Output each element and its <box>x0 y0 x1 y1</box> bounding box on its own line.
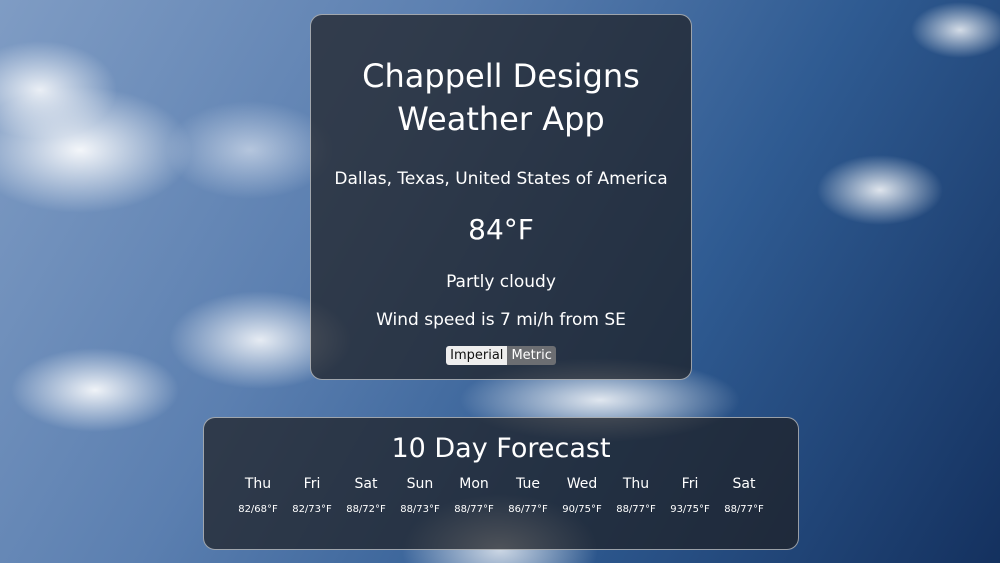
current-weather-card: Chappell Designs Weather App Dallas, Tex… <box>310 14 692 380</box>
app-title-line2: Weather App <box>397 100 605 138</box>
forecast-day-name: Wed <box>566 476 598 492</box>
forecast-title: 10 Day Forecast <box>391 433 611 464</box>
forecast-day-temps: 93/75°F <box>670 504 710 515</box>
weather-condition: Partly cloudy <box>446 272 556 292</box>
forecast-day-name: Fri <box>681 476 699 492</box>
forecast-day-name: Thu <box>244 476 272 492</box>
forecast-day-temps: 88/73°F <box>400 504 440 515</box>
forecast-day-name: Thu <box>622 476 650 492</box>
forecast-day: Sat 88/77°F <box>717 476 771 515</box>
imperial-button[interactable]: Imperial <box>446 346 508 365</box>
forecast-day-temps: 82/73°F <box>292 504 332 515</box>
unit-toggle: Imperial Metric <box>446 346 556 365</box>
forecast-day-temps: 88/72°F <box>346 504 386 515</box>
forecast-day-temps: 88/77°F <box>616 504 656 515</box>
forecast-day: Wed 90/75°F <box>555 476 609 515</box>
forecast-day: Sat 88/72°F <box>339 476 393 515</box>
app-title: Chappell Designs Weather App <box>311 55 691 141</box>
forecast-day: Fri 93/75°F <box>663 476 717 515</box>
current-temperature: 84°F <box>468 213 534 246</box>
forecast-day-name: Tue <box>516 476 540 492</box>
forecast-day: Tue 86/77°F <box>501 476 555 515</box>
forecast-day: Mon 88/77°F <box>447 476 501 515</box>
forecast-day-temps: 82/68°F <box>238 504 278 515</box>
location-label: Dallas, Texas, United States of America <box>334 169 668 189</box>
forecast-day-temps: 88/77°F <box>454 504 494 515</box>
weather-app-page: { "app": { "title_line1": "Chappell Desi… <box>0 0 1000 563</box>
forecast-day-name: Sun <box>406 476 434 492</box>
forecast-day-temps: 88/77°F <box>724 504 764 515</box>
forecast-day: Sun 88/73°F <box>393 476 447 515</box>
forecast-row: Thu 82/68°F Fri 82/73°F Sat 88/72°F Sun … <box>204 476 798 515</box>
forecast-day-name: Fri <box>303 476 321 492</box>
app-title-line1: Chappell Designs <box>362 57 640 95</box>
forecast-day-name: Sat <box>354 476 378 492</box>
forecast-day-name: Sat <box>732 476 756 492</box>
forecast-day: Thu 82/68°F <box>231 476 285 515</box>
forecast-day: Thu 88/77°F <box>609 476 663 515</box>
forecast-day-temps: 86/77°F <box>508 504 548 515</box>
metric-button[interactable]: Metric <box>507 346 556 365</box>
wind-info: Wind speed is 7 mi/h from SE <box>376 310 626 330</box>
forecast-card: 10 Day Forecast Thu 82/68°F Fri 82/73°F … <box>203 417 799 550</box>
forecast-day-temps: 90/75°F <box>562 504 602 515</box>
forecast-day: Fri 82/73°F <box>285 476 339 515</box>
forecast-day-name: Mon <box>459 476 489 492</box>
